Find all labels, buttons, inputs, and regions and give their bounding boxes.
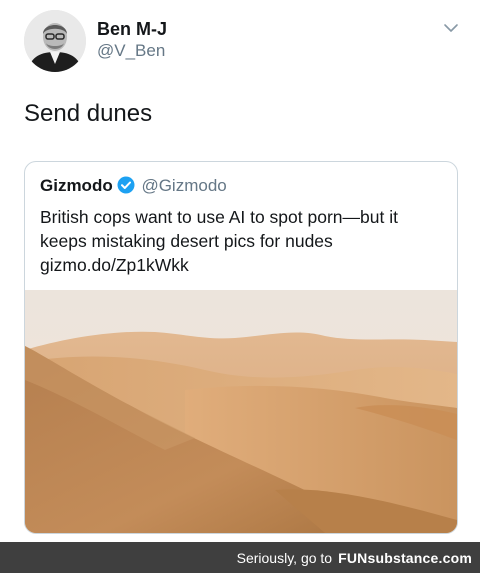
quoted-tweet-header: Gizmodo @Gizmodo: [40, 176, 227, 199]
quoted-author-handle[interactable]: @Gizmodo: [141, 176, 226, 195]
author-name[interactable]: Ben M-J: [97, 19, 167, 40]
tweet-text: Send dunes: [24, 100, 153, 127]
quoted-tweet-text: British cops want to use AI to spot porn…: [40, 207, 398, 275]
avatar-photo: [24, 10, 86, 72]
footer-prefix: Seriously, go to: [236, 549, 333, 566]
quoted-tweet-card[interactable]: Gizmodo @Gizmodo British cops want to us…: [24, 161, 458, 534]
desert-dunes-photo[interactable]: [25, 290, 457, 533]
site-footer[interactable]: Seriously, go to FUNsubstance.com: [0, 542, 480, 573]
chevron-down-icon[interactable]: [441, 18, 461, 38]
quoted-author-name[interactable]: Gizmodo: [40, 176, 113, 195]
avatar[interactable]: [24, 10, 86, 72]
footer-brand[interactable]: FUNsubstance.com: [338, 550, 472, 566]
author-handle[interactable]: @V_Ben: [97, 41, 165, 61]
verified-badge-icon: [117, 176, 135, 199]
